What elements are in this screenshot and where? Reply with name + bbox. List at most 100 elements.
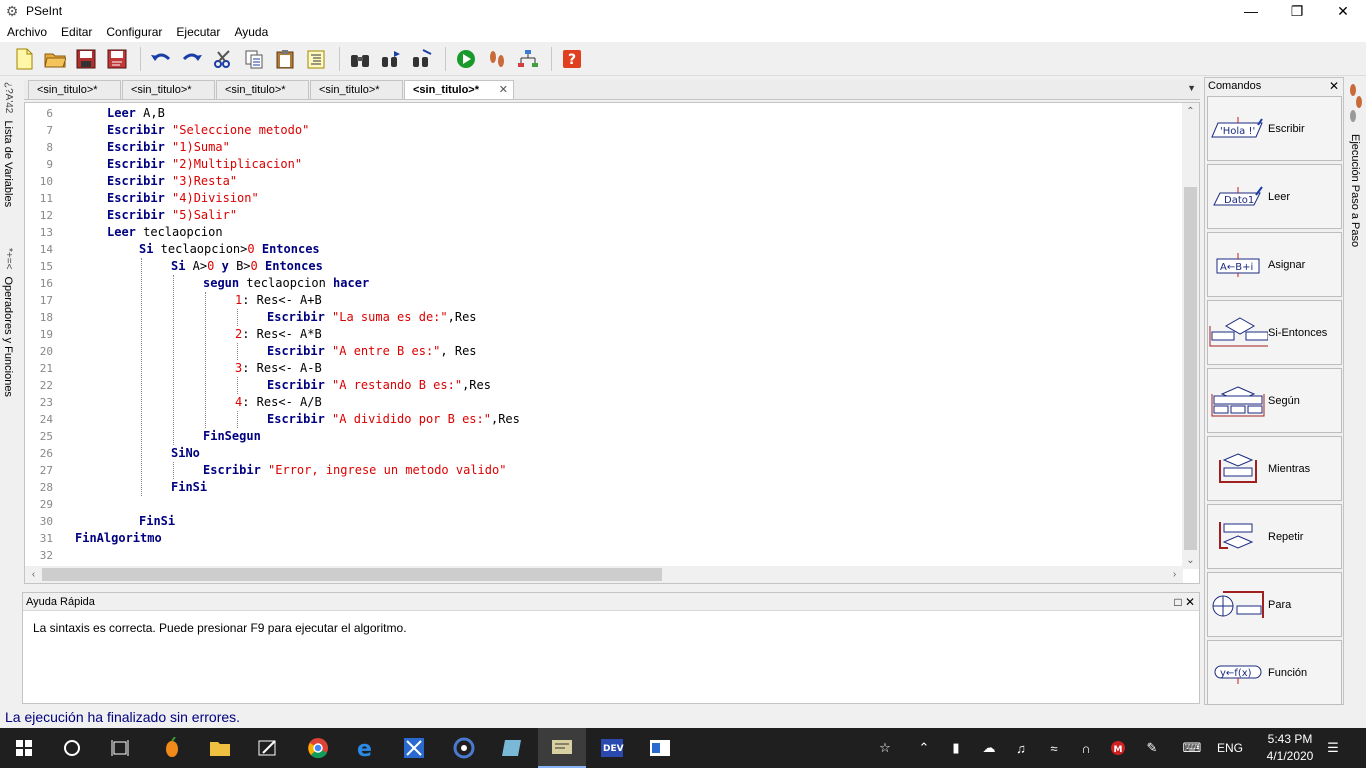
scroll-left-icon[interactable]: ‹ — [25, 566, 42, 583]
close-panel-icon[interactable]: ✕ — [1185, 595, 1195, 609]
code-area[interactable]: Leer A,B Escribir "Seleccione metodo" Escr… — [69, 103, 1183, 569]
code-editor[interactable]: 6 7 8 9 10 11 12 13 14 15 16 17 18 19 20 21 22 23 24 25 26 27… — [24, 102, 1200, 584]
tab-sin-titulo-1[interactable]: <sin_titulo>* — [28, 80, 121, 99]
taskbar-dev-cpp[interactable]: DEV — [588, 728, 636, 768]
taskbar-clock[interactable]: 5:43 PM 4/1/2020 — [1260, 731, 1320, 765]
maximize-button[interactable]: ❐ — [1274, 0, 1320, 22]
code-line[interactable]: Si teclaopcion>0 Entonces — [139, 241, 320, 258]
command-leer-button[interactable]: Dato1 Leer — [1207, 164, 1342, 229]
new-file-button[interactable] — [10, 45, 38, 73]
tab-list-dropdown-icon[interactable]: ▼ — [1187, 83, 1196, 93]
save-button[interactable] — [72, 45, 100, 73]
paste-button[interactable] — [271, 45, 299, 73]
horizontal-scrollbar[interactable]: ‹ › — [25, 566, 1183, 583]
run-button[interactable] — [452, 45, 480, 73]
replace-button[interactable] — [408, 45, 436, 73]
code-line[interactable]: 3: Res<- A-B — [235, 360, 322, 377]
code-line[interactable]: Escribir "A entre B es:", Res — [267, 343, 477, 360]
find-next-button[interactable] — [377, 45, 405, 73]
commands-close-icon[interactable]: ✕ — [1329, 78, 1339, 94]
taskbar-fl-studio[interactable] — [148, 728, 196, 768]
volume-icon[interactable]: ♫ — [1008, 728, 1034, 768]
taskbar-app-circle[interactable] — [440, 728, 488, 768]
redo-button[interactable] — [178, 45, 206, 73]
code-line[interactable]: 2: Res<- A*B — [235, 326, 322, 343]
code-line[interactable]: segun teclaopcion hacer — [203, 275, 369, 292]
taskbar-edge[interactable]: e — [342, 728, 390, 768]
close-button[interactable]: ✕ — [1320, 0, 1366, 22]
scroll-up-icon[interactable]: ⌃ — [1182, 103, 1199, 120]
command-mientras-button[interactable]: Mientras — [1207, 436, 1342, 501]
code-line[interactable]: Escribir "Seleccione metodo" — [107, 122, 309, 139]
cut-button[interactable] — [209, 45, 237, 73]
code-line[interactable]: Escribir "5)Salir" — [107, 207, 237, 224]
code-line[interactable]: 4: Res<- A/B — [235, 394, 322, 411]
menu-editar[interactable]: Editar — [54, 22, 99, 42]
code-line[interactable]: Leer A,B — [107, 105, 165, 122]
taskbar-chrome[interactable] — [294, 728, 342, 768]
code-line[interactable]: Escribir "1)Suma" — [107, 139, 230, 156]
code-line[interactable]: Escribir "3)Resta" — [107, 173, 237, 190]
code-line[interactable]: Escribir "Error, ingrese un metodo valid… — [203, 462, 506, 479]
code-line[interactable]: 1: Res<- A+B — [235, 292, 322, 309]
taskbar-editor-app[interactable] — [244, 728, 292, 768]
search-button[interactable] — [48, 728, 96, 768]
scroll-right-icon[interactable]: › — [1166, 566, 1183, 583]
code-line[interactable]: Si A>0 y B>0 Entonces — [171, 258, 323, 275]
start-button[interactable] — [0, 728, 48, 768]
tab-sin-titulo-2[interactable]: <sin_titulo>* — [122, 80, 215, 99]
command-repetir-button[interactable]: Repetir — [1207, 504, 1342, 569]
variables-list-tab[interactable]: ¿?A'42 Lista de Variables — [2, 82, 14, 207]
taskbar-pseint[interactable] — [538, 728, 586, 768]
antivirus-tray-icon[interactable]: M — [1106, 728, 1130, 768]
flowchart-button[interactable] — [514, 45, 542, 73]
tab-sin-titulo-5-active[interactable]: <sin_titulo>* ✕ — [404, 80, 514, 99]
operators-functions-tab[interactable]: *+=< Operadores y Funciones — [2, 248, 14, 397]
menu-ejecutar[interactable]: Ejecutar — [169, 22, 227, 42]
tray-overflow-chevron-icon[interactable]: ⌃ — [912, 728, 936, 768]
code-line[interactable]: Escribir "La suma es de:",Res — [267, 309, 477, 326]
command-asignar-button[interactable]: A←B+i Asignar — [1207, 232, 1342, 297]
taskbar-app-note[interactable] — [488, 728, 536, 768]
command-funcion-button[interactable]: y←f(x) Función — [1207, 640, 1342, 705]
menu-configurar[interactable]: Configurar — [99, 22, 169, 42]
vertical-scroll-thumb[interactable] — [1184, 187, 1197, 550]
find-button[interactable] — [346, 45, 374, 73]
language-indicator[interactable]: ENG — [1214, 728, 1246, 768]
keyboard-icon[interactable]: ⌨ — [1178, 728, 1206, 768]
onedrive-cloud-icon[interactable]: ☁ — [976, 728, 1002, 768]
help-button[interactable]: ? — [558, 45, 586, 73]
code-line[interactable]: Leer teclaopcion — [107, 224, 223, 241]
command-escribir-button[interactable]: 'Hola !' Escribir — [1207, 96, 1342, 161]
task-view-button[interactable] — [96, 728, 144, 768]
code-line[interactable]: Escribir "A restando B es:",Res — [267, 377, 491, 394]
taskbar-file-explorer[interactable] — [196, 728, 244, 768]
menu-archivo[interactable]: Archivo — [0, 22, 54, 42]
code-line[interactable]: FinSegun — [203, 428, 261, 445]
code-line[interactable]: FinSi — [171, 479, 207, 496]
indent-button[interactable] — [302, 45, 330, 73]
taskbar-app-blue[interactable] — [390, 728, 438, 768]
code-line[interactable]: FinAlgoritmo — [75, 530, 162, 547]
tab-close-icon[interactable]: ✕ — [499, 81, 508, 99]
people-icon[interactable]: ☆ — [872, 728, 898, 768]
code-line[interactable]: Escribir "4)Division" — [107, 190, 259, 207]
notifications-icon[interactable]: ☰ — [1318, 728, 1348, 768]
copy-button[interactable] — [240, 45, 268, 73]
open-file-button[interactable] — [41, 45, 69, 73]
tab-sin-titulo-3[interactable]: <sin_titulo>* — [216, 80, 309, 99]
undo-button[interactable] — [147, 45, 175, 73]
code-line[interactable]: Escribir "2)Multiplicacion" — [107, 156, 302, 173]
step-execution-tab[interactable]: Ejecución Paso a Paso — [1346, 80, 1366, 250]
minimize-button[interactable]: — — [1228, 0, 1274, 22]
pen-icon[interactable]: ✎ — [1140, 728, 1164, 768]
taskbar-app-window[interactable] — [636, 728, 684, 768]
vertical-scrollbar[interactable]: ⌃ ⌄ — [1182, 103, 1199, 569]
command-si-entonces-button[interactable]: Si-Entonces — [1207, 300, 1342, 365]
command-para-button[interactable]: Para — [1207, 572, 1342, 637]
code-line[interactable]: FinSi — [139, 513, 175, 530]
step-run-button[interactable] — [483, 45, 511, 73]
menu-ayuda[interactable]: Ayuda — [227, 22, 275, 42]
horizontal-scroll-thumb[interactable] — [42, 568, 662, 581]
save-as-button[interactable] — [103, 45, 131, 73]
